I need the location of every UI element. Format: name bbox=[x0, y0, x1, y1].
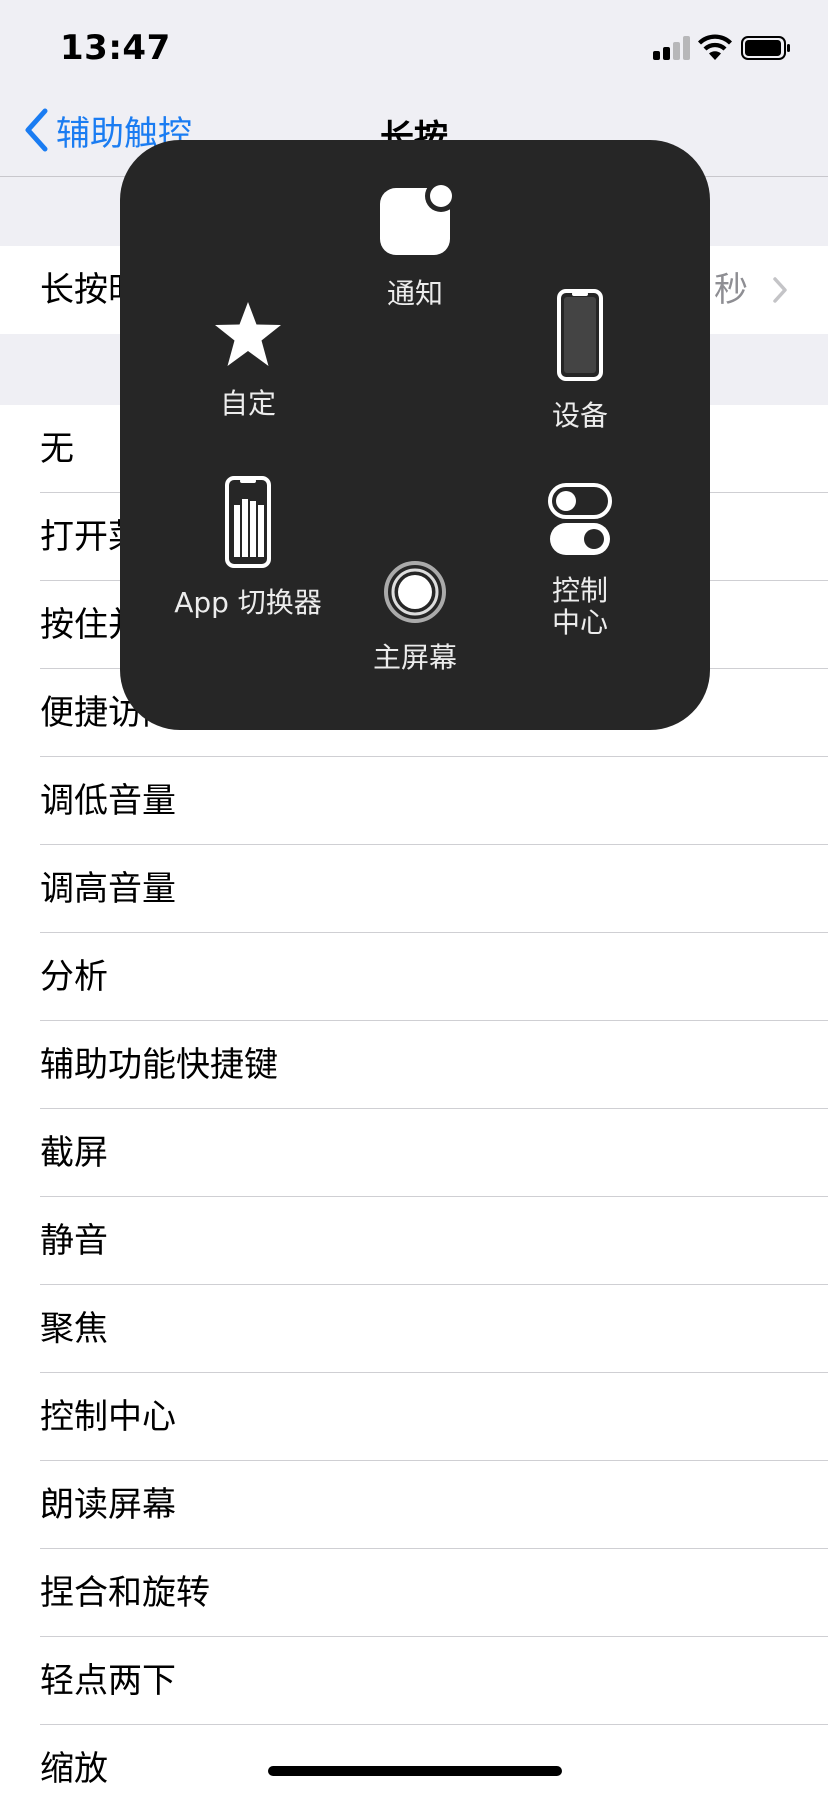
option-label: 控制中心 bbox=[40, 1397, 176, 1437]
option-row[interactable]: 截屏 bbox=[0, 1109, 828, 1197]
menu-home[interactable]: 主屏幕 bbox=[330, 560, 500, 674]
option-label: 分析 bbox=[40, 957, 108, 997]
battery-icon bbox=[741, 36, 790, 60]
option-row[interactable]: 静音 bbox=[0, 1197, 828, 1285]
option-label: 调低音量 bbox=[40, 781, 176, 821]
menu-notification-label: 通知 bbox=[386, 277, 443, 310]
duration-value: 秒 bbox=[714, 270, 748, 310]
option-label: 辅助功能快捷键 bbox=[40, 1045, 278, 1085]
option-row[interactable]: 朗读屏幕 bbox=[0, 1461, 828, 1549]
wifi-icon bbox=[698, 34, 732, 60]
star-icon bbox=[215, 302, 281, 366]
option-label: 捏合和旋转 bbox=[40, 1573, 210, 1613]
option-row[interactable]: 分析 bbox=[0, 933, 828, 1021]
home-button-icon bbox=[384, 561, 446, 623]
option-row[interactable]: 辅助功能快捷键 bbox=[0, 1021, 828, 1109]
menu-device[interactable]: 设备 bbox=[495, 288, 665, 432]
app-switcher-icon bbox=[225, 476, 271, 568]
cellular-signal-icon bbox=[653, 36, 691, 60]
notification-icon bbox=[380, 180, 455, 255]
option-label: 截屏 bbox=[40, 1133, 108, 1173]
option-row[interactable]: 轻点两下 bbox=[0, 1637, 828, 1725]
chevron-right-icon bbox=[773, 277, 787, 303]
option-label: 无 bbox=[40, 429, 74, 469]
option-row[interactable]: 捏合和旋转 bbox=[0, 1549, 828, 1637]
option-label: 轻点两下 bbox=[40, 1661, 176, 1701]
menu-app-switcher[interactable]: App 切换器 bbox=[143, 475, 353, 619]
option-row[interactable]: 调低音量 bbox=[0, 757, 828, 845]
assistive-touch-menu: 通知 自定 设备 App 切换器 主屏幕 控制 中心 bbox=[120, 140, 710, 730]
menu-notification[interactable]: 通知 bbox=[330, 180, 500, 310]
option-row[interactable]: 控制中心 bbox=[0, 1373, 828, 1461]
option-label: 朗读屏幕 bbox=[40, 1485, 176, 1525]
toggle-switches-icon bbox=[548, 483, 612, 555]
menu-control-center[interactable]: 控制 中心 bbox=[495, 483, 665, 639]
option-row[interactable]: 调高音量 bbox=[0, 845, 828, 933]
menu-control-center-label: 控制 中心 bbox=[551, 574, 608, 639]
menu-custom[interactable]: 自定 bbox=[163, 300, 333, 420]
option-row[interactable]: 聚焦 bbox=[0, 1285, 828, 1373]
option-label: 聚焦 bbox=[40, 1309, 108, 1349]
status-time: 13:47 bbox=[60, 28, 171, 68]
menu-custom-label: 自定 bbox=[219, 387, 276, 420]
home-indicator[interactable] bbox=[268, 1766, 562, 1776]
option-label: 缩放 bbox=[40, 1749, 108, 1789]
status-bar: 13:47 bbox=[0, 0, 828, 100]
option-label: 静音 bbox=[40, 1221, 108, 1261]
option-label: 调高音量 bbox=[40, 869, 176, 909]
menu-app-switcher-label: App 切换器 bbox=[174, 586, 322, 619]
menu-home-label: 主屏幕 bbox=[372, 641, 457, 674]
iphone-device-icon bbox=[557, 289, 603, 381]
menu-device-label: 设备 bbox=[551, 399, 608, 432]
